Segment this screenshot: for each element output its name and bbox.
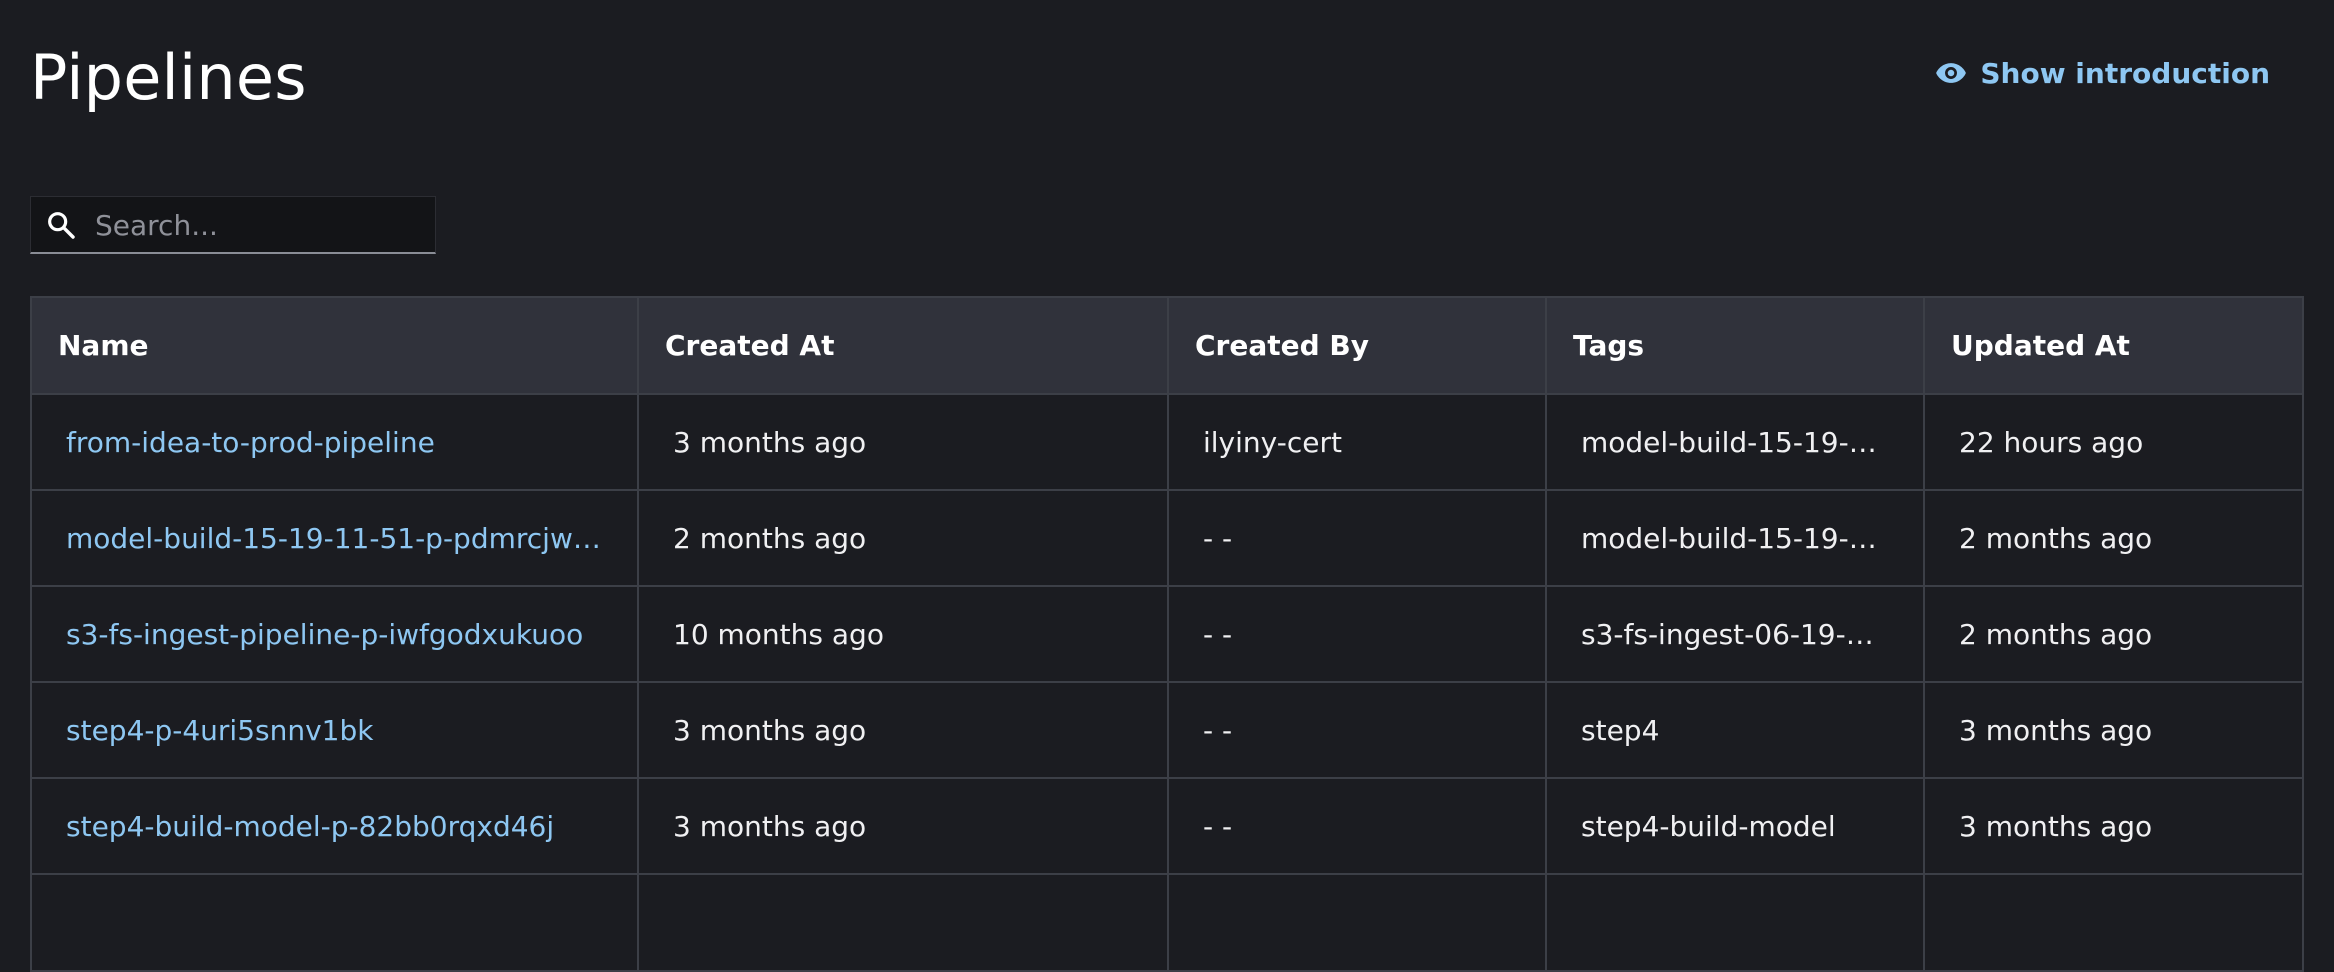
table-row: step4-build-model-p-82bb0rqxd46j 3 month… <box>32 778 2302 874</box>
cell-tags: model-build-15-19-… <box>1546 490 1925 586</box>
pipeline-link[interactable]: from-idea-to-prod-pipeline <box>66 426 603 459</box>
pipelines-table: Name Created At Created By Tags Updated … <box>30 296 2304 972</box>
pipeline-link[interactable]: step4-p-4uri5snnv1bk <box>66 714 603 747</box>
page-header: Pipelines Show introduction <box>30 28 2334 128</box>
cell-created-by: - - <box>1168 778 1547 874</box>
column-header-created-at[interactable]: Created At <box>638 298 1169 394</box>
cell-created-at: 3 months ago <box>638 682 1169 778</box>
cell-created-by: - - <box>1168 586 1547 682</box>
table-row: model-build-15-19-11-51-p-pdmrcjw… 2 mon… <box>32 490 2302 586</box>
cell-name: from-idea-to-prod-pipeline <box>32 394 639 490</box>
cell-updated-at: 3 months ago <box>1959 809 2153 843</box>
pipeline-link[interactable]: model-build-15-19-11-51-p-pdmrcjw… <box>66 522 603 555</box>
show-introduction-label: Show introduction <box>1980 56 2270 90</box>
search-icon <box>48 212 75 239</box>
table-row: from-idea-to-prod-pipeline 3 months ago … <box>32 394 2302 490</box>
cell-tags: model-build-15-19-… <box>1546 394 1925 490</box>
cell-tags: step4-build-model <box>1546 778 1925 874</box>
cell-updated-at: 2 months ago <box>1959 617 2153 651</box>
cell-created-at: 3 months ago <box>638 778 1169 874</box>
cell-created-at: 10 months ago <box>638 586 1169 682</box>
cell-created-at: 2 months ago <box>638 490 1169 586</box>
cell-updated-at: 3 months ago <box>1959 713 2153 747</box>
page-title: Pipelines <box>30 41 307 114</box>
cell-created-by: - - <box>1168 682 1547 778</box>
search-input[interactable] <box>95 197 425 253</box>
cell-name: step4-build-model-p-82bb0rqxd46j <box>32 778 639 874</box>
eye-icon <box>1936 63 1967 83</box>
column-header-name[interactable]: Name <box>32 298 639 394</box>
table-row-partial <box>32 874 2302 970</box>
cell-created-by: - - <box>1168 490 1547 586</box>
pipeline-link[interactable]: s3-fs-ingest-pipeline-p-iwfgodxukuoo <box>66 618 603 651</box>
cell-name: s3-fs-ingest-pipeline-p-iwfgodxukuoo <box>32 586 639 682</box>
cell-created-at: 3 months ago <box>638 394 1169 490</box>
column-header-tags[interactable]: Tags <box>1546 298 1925 394</box>
pipeline-link[interactable]: step4-build-model-p-82bb0rqxd46j <box>66 810 603 843</box>
cell-tags: s3-fs-ingest-06-19-3… <box>1546 586 1925 682</box>
cell-updated-at: 2 months ago <box>1959 521 2153 555</box>
table-header-row: Name Created At Created By Tags Updated … <box>32 298 2302 394</box>
cell-created-by: ilyiny-cert <box>1168 394 1547 490</box>
table-row: s3-fs-ingest-pipeline-p-iwfgodxukuoo 10 … <box>32 586 2302 682</box>
column-header-updated-at[interactable]: Updated At <box>1924 298 2302 394</box>
cell-name: step4-p-4uri5snnv1bk <box>32 682 639 778</box>
column-header-created-by[interactable]: Created By <box>1168 298 1547 394</box>
table-row: step4-p-4uri5snnv1bk 3 months ago - - st… <box>32 682 2302 778</box>
cell-tags: step4 <box>1546 682 1925 778</box>
cell-updated-at: 22 hours ago <box>1959 425 2144 459</box>
search-box[interactable] <box>30 196 436 254</box>
cell-name: model-build-15-19-11-51-p-pdmrcjw… <box>32 490 639 586</box>
show-introduction-button[interactable]: Show introduction <box>1934 56 2270 90</box>
